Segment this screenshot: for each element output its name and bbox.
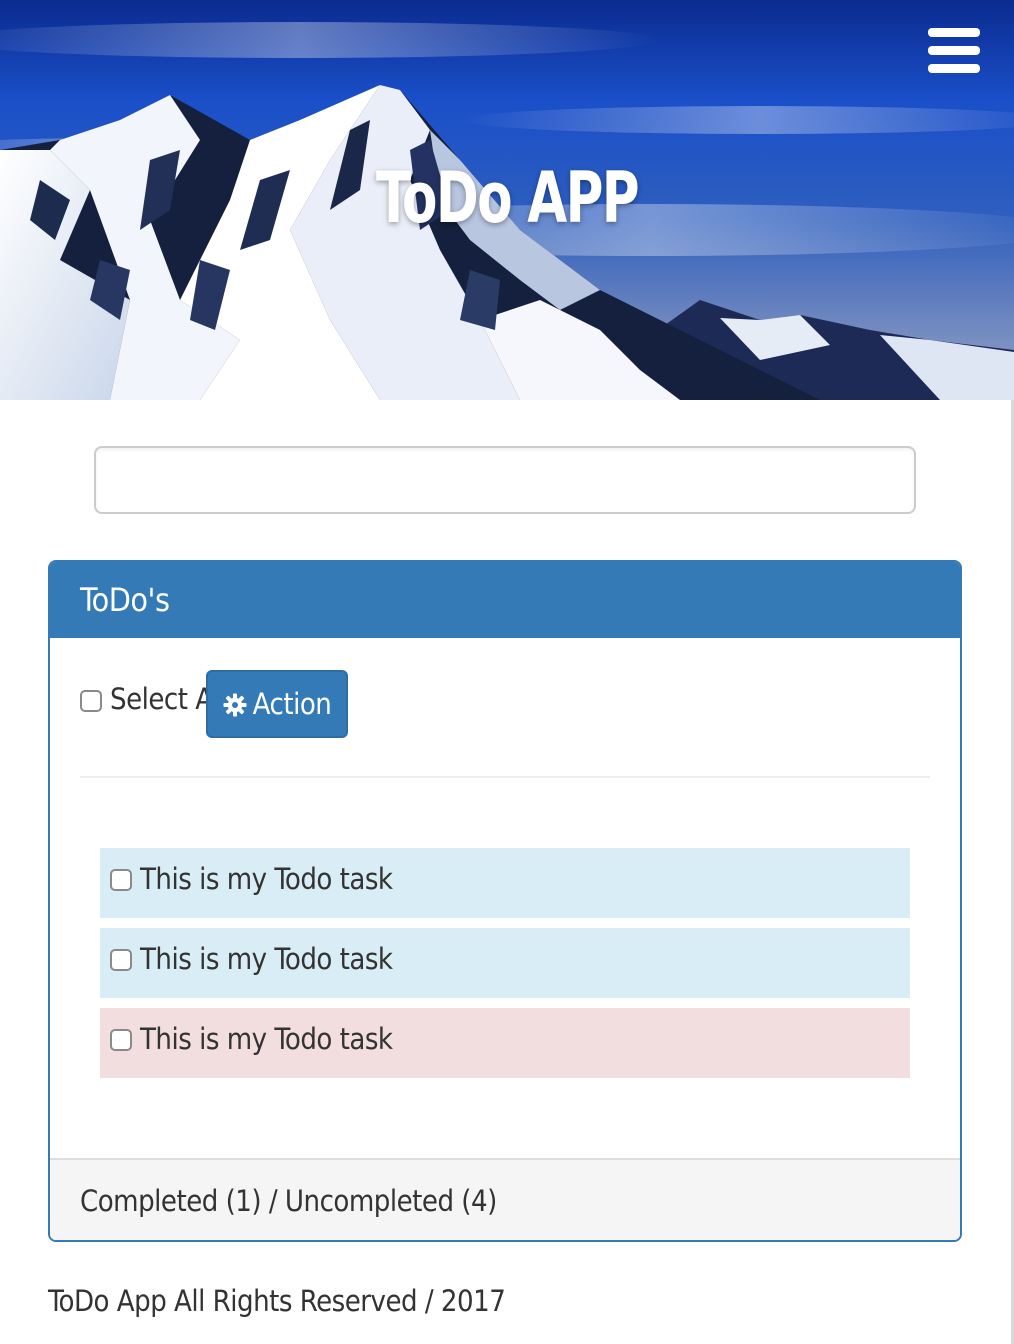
todo-status-footer: Completed (1) / Uncompleted (4): [50, 1158, 960, 1240]
todo-text: This is my Todo task: [140, 862, 393, 896]
action-button[interactable]: Action: [206, 670, 348, 738]
new-todo-input[interactable]: [94, 446, 916, 514]
hamburger-icon: [928, 28, 980, 37]
todo-checkbox[interactable]: [110, 949, 132, 971]
divider: [80, 776, 930, 778]
todo-text: This is my Todo task: [140, 1022, 393, 1056]
hamburger-menu-button[interactable]: [926, 26, 982, 74]
todo-text: This is my Todo task: [140, 942, 393, 976]
panel-heading: ToDo's: [50, 562, 960, 638]
action-button-label: Action: [252, 687, 332, 721]
todo-item[interactable]: This is my Todo task: [100, 928, 910, 998]
todo-panel: ToDo's Select All Action This is my Todo…: [48, 560, 962, 1242]
hero-banner: ToDo APP: [0, 0, 1014, 400]
todo-item[interactable]: This is my Todo task: [100, 1008, 910, 1078]
app-title: ToDo APP: [376, 157, 640, 239]
hamburger-icon-bar: [928, 46, 980, 55]
todo-checkbox[interactable]: [110, 1029, 132, 1051]
todo-checkbox[interactable]: [110, 869, 132, 891]
todo-item[interactable]: This is my Todo task: [100, 848, 910, 918]
gear-icon: [223, 693, 247, 717]
copyright-footer: ToDo App All Rights Reserved / 2017: [48, 1284, 506, 1318]
select-all-checkbox[interactable]: [80, 690, 102, 712]
hamburger-icon-bar: [928, 64, 980, 73]
